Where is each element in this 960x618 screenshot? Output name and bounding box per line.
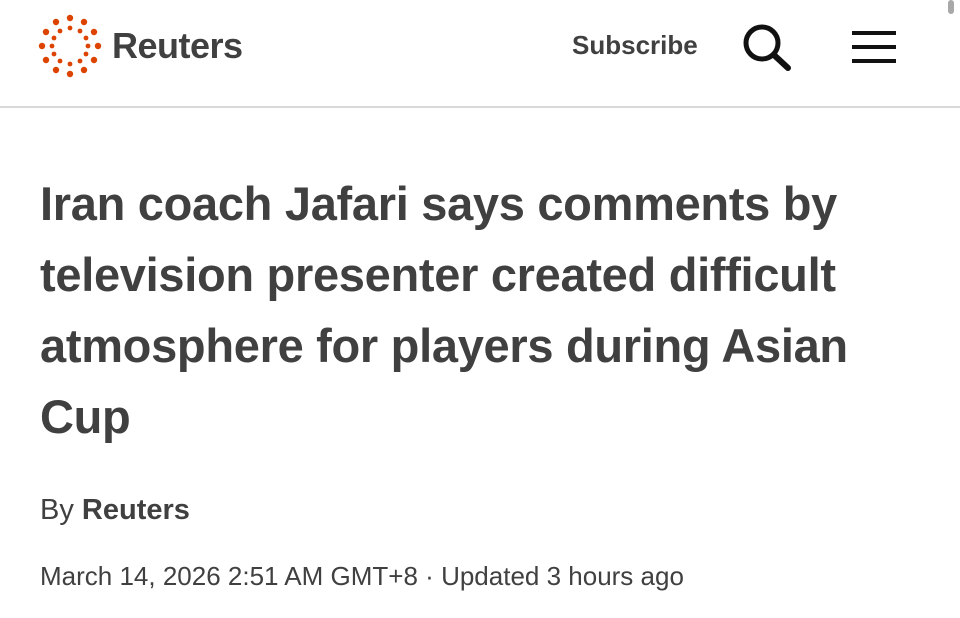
reuters-logo-icon bbox=[38, 14, 102, 78]
article-headline: Iran coach Jafari says comments by telev… bbox=[40, 177, 848, 443]
updated-time: Updated 3 hours ago bbox=[441, 561, 684, 591]
author-link[interactable]: Reuters bbox=[82, 494, 190, 526]
byline: By Reuters bbox=[40, 492, 190, 528]
reuters-logo[interactable]: Reuters bbox=[38, 14, 243, 78]
date-separator: · bbox=[425, 561, 434, 591]
site-header: Reuters Subscribe bbox=[0, 0, 960, 108]
hamburger-menu-icon[interactable] bbox=[850, 28, 898, 66]
logo-text: Reuters bbox=[112, 25, 243, 66]
scroll-indicator bbox=[948, 0, 954, 14]
publish-date: March 14, 2026 2:51 AM GMT+8 bbox=[40, 561, 418, 591]
dateline: March 14, 2026 2:51 AM GMT+8 · Updated 3… bbox=[40, 558, 684, 594]
byline-prefix: By bbox=[40, 494, 74, 526]
subscribe-link[interactable]: Subscribe bbox=[572, 28, 698, 62]
search-icon[interactable] bbox=[740, 22, 794, 72]
